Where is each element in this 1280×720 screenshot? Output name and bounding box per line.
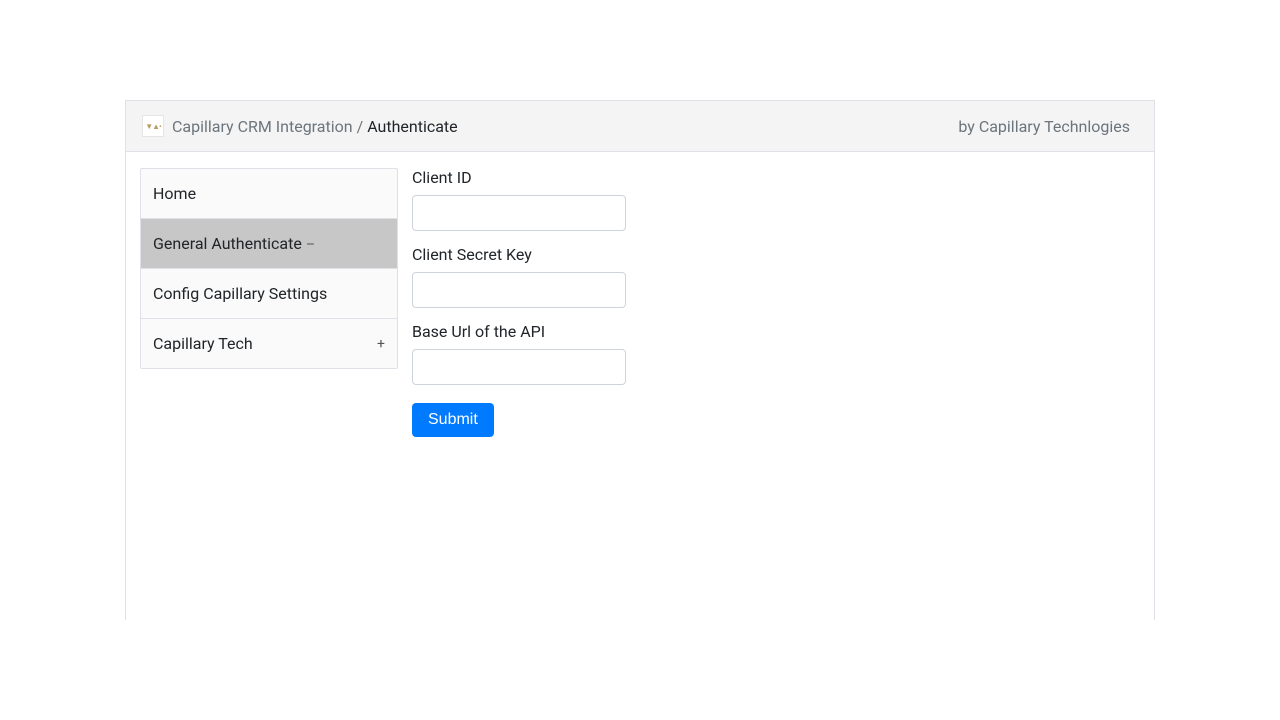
breadcrumb-page-name: Authenticate: [367, 117, 457, 136]
sidebar-item-config-capillary-settings[interactable]: Config Capillary Settings: [141, 269, 397, 319]
form-group-client-id: Client ID: [412, 168, 1140, 231]
main-panel: Client ID Client Secret Key Base Url of …: [412, 168, 1140, 437]
sidebar-item-capillary-tech[interactable]: Capillary Tech +: [141, 319, 397, 368]
form-group-base-url: Base Url of the API: [412, 322, 1140, 385]
collapse-icon: –: [306, 237, 315, 253]
sidebar-item-label: Config Capillary Settings: [153, 284, 327, 303]
breadcrumb-app-name[interactable]: Capillary CRM Integration: [172, 117, 353, 136]
client-id-label: Client ID: [412, 168, 1140, 187]
sidebar-item-home[interactable]: Home: [141, 169, 397, 219]
client-id-input[interactable]: [412, 195, 626, 231]
client-secret-label: Client Secret Key: [412, 245, 1140, 264]
sidebar-item-label: General Authenticate –: [153, 234, 315, 253]
sidebar-item-general-authenticate[interactable]: General Authenticate –: [141, 219, 397, 269]
base-url-label: Base Url of the API: [412, 322, 1140, 341]
sidebar-item-label: Home: [153, 184, 196, 203]
header-vendor-text: by Capillary Technlogies: [958, 117, 1130, 136]
client-secret-input[interactable]: [412, 272, 626, 308]
app-logo-icon: ▼▲•: [142, 115, 164, 137]
expand-icon: +: [377, 336, 385, 352]
form-group-client-secret: Client Secret Key: [412, 245, 1140, 308]
breadcrumb-separator: /: [357, 117, 364, 136]
header-left: ▼▲• Capillary CRM Integration / Authenti…: [142, 115, 458, 137]
submit-button[interactable]: Submit: [412, 403, 494, 437]
body-content: Home General Authenticate – Config Capil…: [126, 152, 1154, 453]
sidebar-item-label: Capillary Tech: [153, 334, 253, 353]
sidebar: Home General Authenticate – Config Capil…: [140, 168, 398, 369]
app-container: ▼▲• Capillary CRM Integration / Authenti…: [125, 100, 1155, 620]
header-bar: ▼▲• Capillary CRM Integration / Authenti…: [126, 101, 1154, 152]
base-url-input[interactable]: [412, 349, 626, 385]
